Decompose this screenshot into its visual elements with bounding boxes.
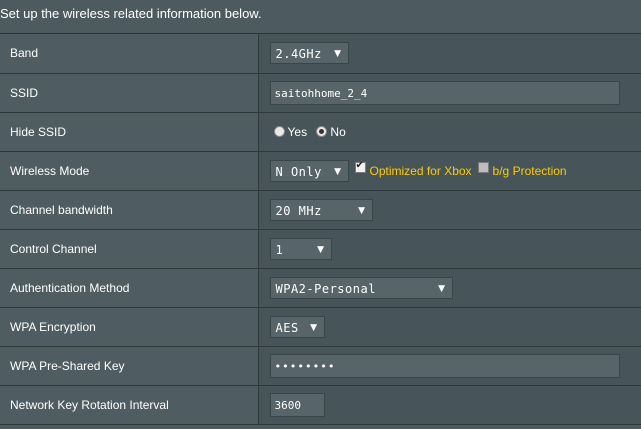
hide-ssid-no-radio[interactable] — [316, 126, 328, 138]
wireless-mode-select[interactable]: N Only ▼ — [269, 159, 349, 182]
row-ssid: SSID saitohhome_2_4 — [0, 73, 641, 113]
wpa-key-input[interactable]: •••••••• — [269, 353, 620, 378]
bg-protection-checkbox[interactable] — [477, 162, 489, 173]
section-intro: Set up the wireless related information … — [0, 0, 641, 34]
channel-bandwidth-label: Channel bandwidth — [0, 190, 259, 230]
chevron-down-icon: ▼ — [334, 49, 342, 60]
bg-protection-label: b/g Protection — [492, 163, 567, 178]
wpa-encryption-select-value: AES — [275, 320, 299, 335]
wpa-encryption-select[interactable]: AES ▼ — [269, 315, 325, 338]
control-channel-label: Control Channel — [0, 229, 259, 269]
row-key-rotation: Network Key Rotation Interval 3600 — [0, 385, 641, 425]
control-channel-select[interactable]: 1 ▼ — [269, 237, 332, 260]
optimized-for-xbox-checkbox[interactable] — [354, 160, 366, 173]
ssid-input[interactable]: saitohhome_2_4 — [269, 80, 620, 105]
key-rotation-label: Network Key Rotation Interval — [0, 385, 259, 425]
auth-method-label: Authentication Method — [0, 268, 259, 308]
chevron-down-icon: ▼ — [310, 322, 318, 333]
channel-bandwidth-select-value: 20 MHz — [275, 203, 322, 218]
row-wireless-mode: Wireless Mode N Only ▼ Optimized for Xbo… — [0, 151, 641, 191]
wireless-mode-select-value: N Only — [275, 164, 322, 179]
row-band: Band 2.4GHz ▼ — [0, 34, 641, 74]
chevron-down-icon: ▼ — [317, 244, 325, 255]
row-hide-ssid: Hide SSID Yes No — [0, 112, 641, 152]
auth-method-select-value: WPA2-Personal — [275, 281, 376, 296]
control-channel-select-value: 1 — [275, 242, 284, 257]
row-auth-method: Authentication Method WPA2-Personal ▼ — [0, 268, 641, 308]
wpa-key-label: WPA Pre-Shared Key — [0, 346, 259, 386]
row-wpa-encryption: WPA Encryption AES ▼ — [0, 307, 641, 347]
chevron-down-icon: ▼ — [438, 283, 446, 294]
row-channel-bandwidth: Channel bandwidth 20 MHz ▼ — [0, 190, 641, 230]
hide-ssid-yes-label: Yes — [287, 124, 308, 139]
channel-bandwidth-select[interactable]: 20 MHz ▼ — [269, 198, 373, 221]
chevron-down-icon: ▼ — [334, 166, 342, 177]
row-control-channel: Control Channel 1 ▼ — [0, 229, 641, 269]
band-select[interactable]: 2.4GHz ▼ — [269, 42, 349, 65]
wpa-encryption-label: WPA Encryption — [0, 307, 259, 347]
row-wpa-key: WPA Pre-Shared Key •••••••• — [0, 346, 641, 386]
optimized-for-xbox-label: Optimized for Xbox — [369, 163, 472, 178]
hide-ssid-no-label: No — [330, 124, 346, 139]
hide-ssid-yes-radio[interactable] — [273, 126, 285, 138]
key-rotation-input[interactable]: 3600 — [269, 392, 325, 417]
hide-ssid-label: Hide SSID — [0, 112, 259, 152]
chevron-down-icon: ▼ — [358, 205, 366, 216]
wireless-mode-label: Wireless Mode — [0, 151, 259, 191]
band-select-value: 2.4GHz — [275, 47, 322, 62]
wireless-settings-table: Band 2.4GHz ▼ SSID saitohhome_2_4 Hide S… — [0, 34, 641, 425]
band-label: Band — [0, 34, 259, 74]
auth-method-select[interactable]: WPA2-Personal ▼ — [269, 276, 453, 299]
ssid-label: SSID — [0, 73, 259, 113]
